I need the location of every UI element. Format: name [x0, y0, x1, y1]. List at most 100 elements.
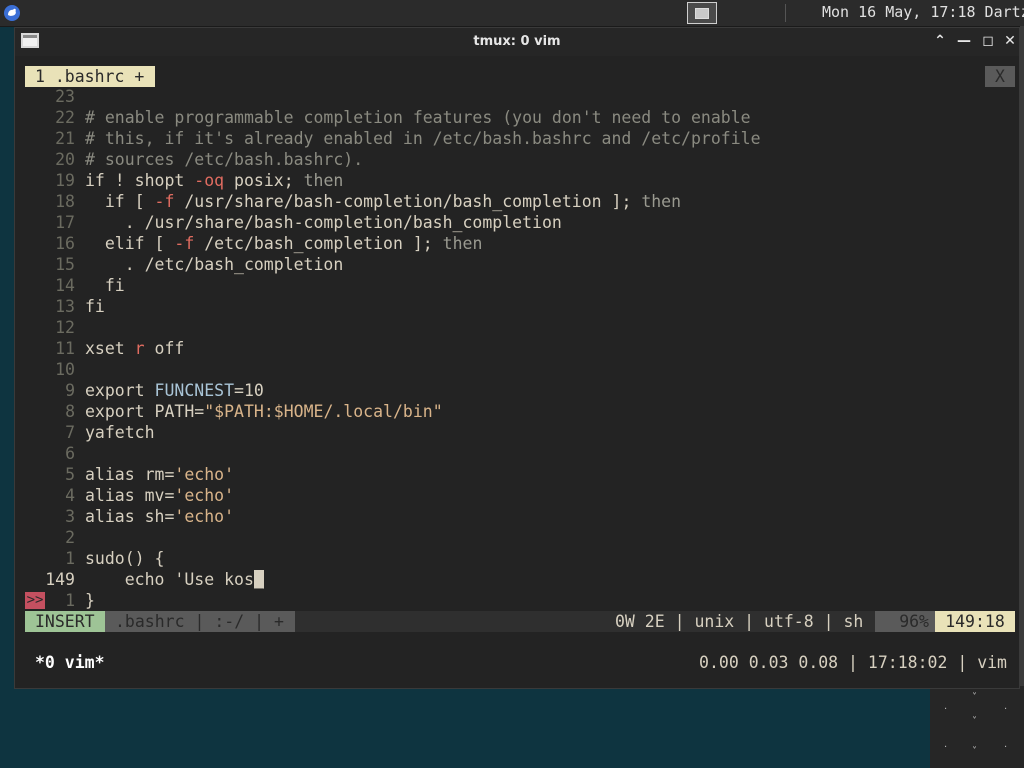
dot-icon: ˅	[972, 746, 977, 757]
line-number: 149	[45, 570, 75, 589]
line-number: 13	[55, 297, 75, 316]
code-line[interactable]: 20 # sources /etc/bash.bashrc).	[25, 149, 1015, 170]
line-text: elif [ -f /etc/bash_completion ]; then	[85, 234, 483, 253]
code-line[interactable]: 15 . /etc/bash_completion	[25, 254, 1015, 275]
minimize-button[interactable]: —	[956, 33, 972, 49]
line-number: 10	[55, 360, 75, 379]
code-line[interactable]: 9 export FUNCNEST=10	[25, 380, 1015, 401]
tmux-window-label[interactable]: *0 vim*	[35, 652, 105, 673]
window-icon	[695, 8, 709, 19]
line-number: 8	[65, 402, 75, 421]
dot-icon: ·	[1004, 704, 1008, 715]
code-line[interactable]: 4 alias mv='echo'	[25, 485, 1015, 506]
top-panel: Mon 16 May, 17:18 Dartz	[0, 0, 1024, 27]
line-number: 16	[55, 234, 75, 253]
close-button[interactable]: ✕	[1002, 33, 1018, 49]
file-info: 0W 2E | unix | utf-8 | sh	[615, 612, 864, 631]
cursor-position: 149:18	[935, 611, 1015, 632]
tmux-status-bar: *0 vim* 0.00 0.03 0.08 | 17:18:02 | vim	[25, 652, 1015, 673]
code-line[interactable]: 3 alias sh='echo'	[25, 506, 1015, 527]
dot-icon: ·	[944, 704, 948, 715]
taskbar-window-button[interactable]	[687, 2, 717, 24]
line-number: 6	[65, 444, 75, 463]
code-line[interactable]: 16 elif [ -f /etc/bash_completion ]; the…	[25, 233, 1015, 254]
shade-button[interactable]: ⌃	[932, 33, 948, 49]
line-text: alias rm='echo'	[85, 465, 235, 484]
code-line[interactable]: 1 sudo() {	[25, 548, 1015, 569]
code-line[interactable]: >> 1}	[25, 590, 1015, 611]
code-line[interactable]: 12	[25, 317, 1015, 338]
file-segment: .bashrc | :-/ | +	[105, 611, 295, 632]
code-line[interactable]: 13 fi	[25, 296, 1015, 317]
line-text: echo 'Use kos_	[85, 570, 264, 589]
code-line[interactable]: 14 fi	[25, 275, 1015, 296]
line-text: fi	[85, 297, 105, 316]
line-number: 14	[55, 276, 75, 295]
line-number: 19	[55, 171, 75, 190]
line-text: alias sh='echo'	[85, 507, 235, 526]
line-number: 5	[65, 465, 75, 484]
vim-buffer-tab[interactable]: 1 .bashrc +	[25, 66, 155, 87]
line-text: # this, if it's already enabled in /etc/…	[85, 129, 761, 148]
line-text: yafetch	[85, 423, 155, 442]
code-line[interactable]: 11 xset r off	[25, 338, 1015, 359]
mode-indicator: INSERT	[25, 611, 105, 632]
line-number: 1	[65, 549, 75, 568]
code-line[interactable]: 5 alias rm='echo'	[25, 464, 1015, 485]
line-number: 18	[55, 192, 75, 211]
line-text: fi	[85, 276, 125, 295]
line-text: if [ -f /usr/share/bash-completion/bash_…	[85, 192, 682, 211]
editor-buffer[interactable]: 23 22 # enable programmable completion fea…	[25, 86, 1015, 611]
terminal-window: tmux: 0 vim ⌃ — ◻ ✕ 1 .bashrc + X 23 22 # …	[14, 27, 1020, 689]
desktop-background	[1020, 26, 1024, 686]
line-text: . /etc/bash_completion	[85, 255, 344, 274]
line-number: 4	[65, 486, 75, 505]
line-number: 12	[55, 318, 75, 337]
window-title: tmux: 0 vim	[473, 34, 561, 49]
code-line[interactable]: 10	[25, 359, 1015, 380]
line-number: 20	[55, 150, 75, 169]
code-line[interactable]: 21 # this, if it's already enabled in /et…	[25, 128, 1015, 149]
vim-tab-close-button[interactable]: X	[985, 66, 1015, 87]
line-number: 22	[55, 108, 75, 127]
line-text: xset r off	[85, 339, 185, 358]
panel-separator	[785, 4, 786, 22]
code-line[interactable]: 18 if [ -f /usr/share/bash-completion/ba…	[25, 191, 1015, 212]
tmux-status-right: 0.00 0.03 0.08 | 17:18:02 | vim	[699, 653, 1007, 672]
code-line[interactable]: 149 echo 'Use kos_	[25, 569, 1015, 590]
text-cursor: _	[253, 570, 264, 589]
code-line[interactable]: 23	[25, 86, 1015, 107]
line-number: 21	[55, 129, 75, 148]
code-line[interactable]: 2	[25, 527, 1015, 548]
code-line[interactable]: 8 export PATH="$PATH:$HOME/.local/bin"	[25, 401, 1015, 422]
dot-icon: ˅	[972, 716, 977, 727]
line-text: . /usr/share/bash-completion/bash_comple…	[85, 213, 562, 232]
code-line[interactable]: 17 . /usr/share/bash-completion/bash_com…	[25, 212, 1015, 233]
maximize-button[interactable]: ◻	[980, 33, 996, 49]
line-text: export PATH="$PATH:$HOME/.local/bin"	[85, 402, 443, 421]
desktop-widget: ˅ · · ˅ · ˅ ·	[930, 686, 1024, 768]
dot-icon: ·	[944, 742, 948, 753]
line-text: # enable programmable completion feature…	[85, 108, 751, 127]
line-number: 11	[55, 339, 75, 358]
line-text: export FUNCNEST=10	[85, 381, 264, 400]
code-line[interactable]: 6	[25, 443, 1015, 464]
terminal-content[interactable]: 1 .bashrc + X 23 22 # enable programmable …	[25, 56, 1015, 686]
panel-clock[interactable]: Mon 16 May, 17:18 Dartz	[822, 3, 1024, 21]
code-line[interactable]: 22 # enable programmable completion featu…	[25, 107, 1015, 128]
line-number: 15	[55, 255, 75, 274]
line-text: # sources /etc/bash.bashrc).	[85, 150, 364, 169]
line-number: 23	[55, 87, 75, 106]
code-line[interactable]: 19 if ! shopt -oq posix; then	[25, 170, 1015, 191]
window-titlebar[interactable]: tmux: 0 vim ⌃ — ◻ ✕	[15, 28, 1019, 56]
dot-icon: ·	[1004, 742, 1008, 753]
app-menu-icon[interactable]	[3, 4, 21, 22]
scroll-percent: 96%	[875, 611, 935, 632]
line-number: 9	[65, 381, 75, 400]
line-text: }	[85, 591, 95, 610]
code-line[interactable]: 7 yafetch	[25, 422, 1015, 443]
line-number: 2	[65, 528, 75, 547]
line-number: 3	[65, 507, 75, 526]
line-text: sudo() {	[85, 549, 165, 568]
line-number: 17	[55, 213, 75, 232]
